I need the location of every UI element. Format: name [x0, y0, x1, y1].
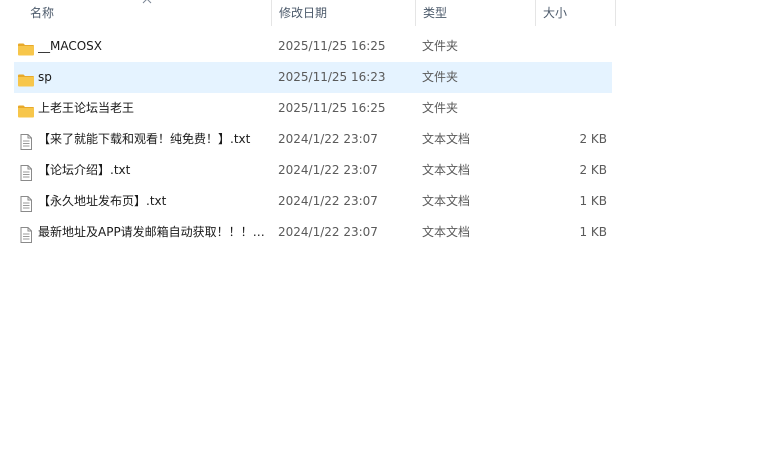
column-header-size[interactable]: 大小 [535, 0, 616, 28]
file-type: 文本文档 [422, 163, 471, 177]
file-type: 文件夹 [422, 39, 459, 53]
text-file-icon [17, 162, 35, 181]
file-row[interactable]: 【永久地址发布页】.txt 2024/1/22 23:07 文本文档 1 KB [14, 186, 612, 217]
file-name: 上老王论坛当老王 [38, 101, 135, 115]
file-date: 2024/1/22 23:07 [278, 132, 378, 146]
folder-icon [17, 69, 35, 87]
file-row[interactable]: sp 2025/11/25 16:23 文件夹 [14, 62, 612, 93]
file-size: 1 KB [579, 225, 607, 239]
column-header-date[interactable]: 修改日期 [271, 0, 416, 28]
column-divider[interactable] [615, 0, 616, 26]
file-type: 文本文档 [422, 225, 471, 239]
file-explorer: 名称 修改日期 类型 大小 __MACOSX 2025/11/25 16:25 文件… [0, 0, 765, 449]
text-file-icon [17, 131, 35, 150]
column-header-type[interactable]: 类型 [415, 0, 536, 28]
file-date: 2025/11/25 16:25 [278, 101, 386, 115]
file-name: 【论坛介绍】.txt [38, 163, 131, 177]
file-row[interactable]: 最新地址及APP请发邮箱自动获取！！！.... 2024/1/22 23:07 文本… [14, 217, 612, 248]
file-date: 2025/11/25 16:23 [278, 70, 386, 84]
file-size: 2 KB [579, 163, 607, 177]
text-file-icon [17, 224, 35, 243]
folder-icon [17, 38, 35, 56]
column-header-name[interactable]: 名称 [22, 0, 272, 28]
file-list: __MACOSX 2025/11/25 16:25 文件夹 sp 2025/11/25 … [14, 31, 612, 248]
file-size: 1 KB [579, 194, 607, 208]
file-row[interactable]: 【来了就能下载和观看！纯免费！】.txt 2024/1/22 23:07 文本文档 2… [14, 124, 612, 155]
file-type: 文本文档 [422, 194, 471, 208]
file-date: 2024/1/22 23:07 [278, 225, 378, 239]
file-name: 【来了就能下载和观看！纯免费！】.txt [38, 132, 251, 146]
text-file-icon [17, 193, 35, 212]
column-header-bar: 名称 修改日期 类型 大小 [0, 0, 765, 28]
file-date: 2024/1/22 23:07 [278, 194, 378, 208]
file-row[interactable]: 上老王论坛当老王 2025/11/25 16:25 文件夹 [14, 93, 612, 124]
folder-icon [17, 100, 35, 118]
file-name: __MACOSX [38, 39, 103, 53]
file-name: 【永久地址发布页】.txt [38, 194, 167, 208]
file-name: 最新地址及APP请发邮箱自动获取！！！.... [38, 225, 266, 239]
file-row[interactable]: __MACOSX 2025/11/25 16:25 文件夹 [14, 31, 612, 62]
file-size: 2 KB [579, 132, 607, 146]
file-type: 文件夹 [422, 101, 459, 115]
file-name: sp [38, 70, 52, 84]
file-date: 2025/11/25 16:25 [278, 39, 386, 53]
file-type: 文件夹 [422, 70, 459, 84]
file-type: 文本文档 [422, 132, 471, 146]
file-date: 2024/1/22 23:07 [278, 163, 378, 177]
file-row[interactable]: 【论坛介绍】.txt 2024/1/22 23:07 文本文档 2 KB [14, 155, 612, 186]
